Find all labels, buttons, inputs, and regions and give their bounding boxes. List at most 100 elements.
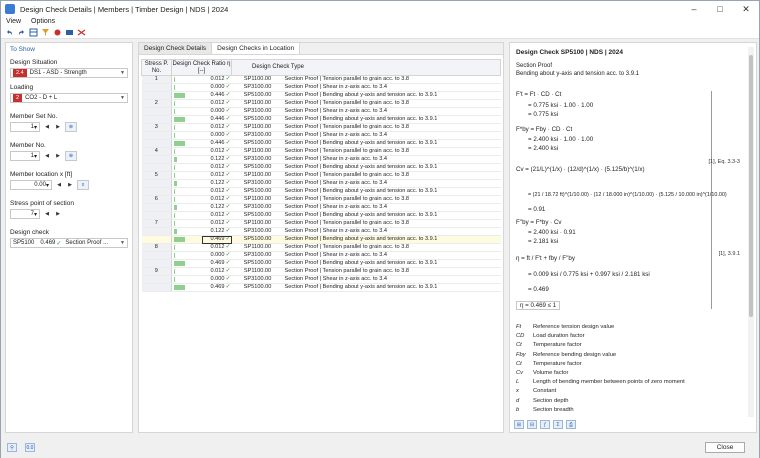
table-row[interactable]: 0.000✓ SP3100.00 Section Proof | Shear in …: [141, 131, 501, 140]
close-window-button[interactable]: ✕: [733, 1, 759, 17]
stress-point-cell: 6: [141, 195, 172, 204]
formula-eta: η = ft / F't + fby / F''by: [516, 255, 575, 262]
loading-select[interactable]: 2 CO2 - D + L ▼: [10, 93, 128, 103]
next-arrow-icon[interactable]: ▶: [54, 209, 62, 219]
table-row[interactable]: 0.469✓ SP5100.00 Section Proof | Bending a…: [141, 283, 501, 292]
prev-arrow-icon[interactable]: ◀: [43, 209, 51, 219]
maximize-button[interactable]: □: [707, 1, 733, 17]
pick-icon[interactable]: ⊕: [65, 151, 77, 161]
check-ok-icon: ✓: [225, 156, 231, 162]
to-show-title: To Show: [10, 46, 35, 53]
close-button[interactable]: Close: [705, 442, 745, 453]
next-arrow-icon[interactable]: ▶: [54, 122, 62, 132]
legend-item: d Section depth: [516, 398, 568, 404]
next-arrow-icon[interactable]: ▶: [54, 151, 62, 161]
table-row[interactable]: 0.446✓ SP5100.00 Section Proof | Bending a…: [141, 91, 501, 100]
table-row[interactable]: 0.446✓ SP5100.00 Section Proof | Bending a…: [141, 139, 501, 148]
ratio-cell: 0.012✓: [201, 219, 232, 228]
settings-icon[interactable]: [77, 28, 86, 37]
member-input[interactable]: 1 ▾: [10, 151, 40, 161]
table-row[interactable]: 0.012✓ SP5100.00 Section Proof | Bending a…: [141, 163, 501, 172]
col-ratio[interactable]: Design Check Ratio η [--]: [171, 59, 232, 76]
table-row[interactable]: 0.000✓ SP3100.00 Section Proof | Shear in …: [141, 275, 501, 284]
check-ok-icon: ✓: [225, 132, 231, 138]
toolbar: [1, 27, 759, 39]
design-check-select[interactable]: SP5100 0.469 ✓ Section Proof ... ▼: [10, 238, 128, 248]
check-ok-icon: ✓: [225, 196, 231, 202]
next-arrow-icon[interactable]: ▶: [66, 180, 74, 190]
table-row[interactable]: 7 0.012✓ SP1100.00 Section Proof | Tension …: [141, 219, 501, 228]
description-cell: Section Proof | Shear in z-axis acc. to …: [283, 203, 501, 212]
design-situation-select[interactable]: 2.4 DS1 - ASD - Strength ▼: [10, 68, 128, 78]
tab-design-checks-in-location[interactable]: Design Checks in Location: [212, 43, 301, 54]
table-row[interactable]: 0.122✓ SP3100.00 Section Proof | Shear in …: [141, 203, 501, 212]
check-ok-icon: ✓: [225, 148, 231, 154]
tab-design-check-details[interactable]: Design Check Details: [139, 43, 213, 54]
table-row[interactable]: 0.446✓ SP5100.00 Section Proof | Bending a…: [141, 115, 501, 124]
table-row[interactable]: 0.000✓ SP3100.00 Section Proof | Shear in …: [141, 251, 501, 260]
ratio-cell: 0.012✓: [201, 195, 232, 204]
table-row[interactable]: 9 0.012✓ SP1100.00 Section Proof | Tension …: [141, 267, 501, 276]
table-row[interactable]: 0.000✓ SP3100.00 Section Proof | Shear in …: [141, 107, 501, 116]
ratio-cell: 0.012✓: [201, 171, 232, 180]
pick-icon[interactable]: ⊕: [65, 122, 77, 132]
xdx-icon[interactable]: x: [77, 180, 89, 190]
minimize-button[interactable]: –: [681, 1, 707, 17]
ratio-bar: [174, 261, 185, 266]
prev-arrow-icon[interactable]: ◀: [43, 151, 51, 161]
stress-point-input[interactable]: 7 ▾: [10, 209, 40, 219]
check-ok-icon: ✓: [225, 228, 231, 234]
table-row[interactable]: 5 0.012✓ SP1100.00 Section Proof | Tension …: [141, 171, 501, 180]
ratio-bar: [174, 109, 175, 114]
type-cell: SP3100.00: [231, 107, 284, 116]
table-row[interactable]: 0.012✓ SP5100.00 Section Proof | Bending a…: [141, 211, 501, 220]
col-type[interactable]: Design Check Type: [231, 59, 501, 76]
col-stress-point[interactable]: Stress P. No.: [141, 59, 172, 76]
table-row[interactable]: 0.122✓ SP3100.00 Section Proof | Shear in …: [141, 155, 501, 164]
print-icon[interactable]: ⎙: [566, 420, 576, 429]
legend-text: Length of bending member between points …: [533, 379, 685, 386]
table-row[interactable]: 0.469✓ SP5100.00 Section Proof | Bending a…: [141, 235, 501, 244]
select-icon[interactable]: [65, 28, 74, 37]
table-row[interactable]: 4 0.012✓ SP1100.00 Section Proof | Tension …: [141, 147, 501, 156]
units-icon[interactable]: 0.0: [25, 443, 35, 452]
table-row[interactable]: 0.469✓ SP5100.00 Section Proof | Bending a…: [141, 259, 501, 268]
symbol-icon[interactable]: Σ: [553, 420, 563, 429]
formula-icon[interactable]: ƒ: [540, 420, 550, 429]
ratio-cell: 0.000✓: [201, 275, 232, 284]
check-ok-icon: ✓: [225, 172, 231, 178]
redo-icon[interactable]: [17, 28, 26, 37]
table-row[interactable]: 2 0.012✓ SP1100.00 Section Proof | Tension …: [141, 99, 501, 108]
search-icon[interactable]: ⚲: [7, 443, 17, 452]
table-view-icon[interactable]: [29, 28, 38, 37]
type-cell: SP1100.00: [231, 195, 284, 204]
description-cell: Section Proof | Bending about y-axis and…: [283, 283, 501, 292]
member-icon[interactable]: [53, 28, 62, 37]
table-row[interactable]: 6 0.012✓ SP1100.00 Section Proof | Tension …: [141, 195, 501, 204]
table-row[interactable]: 8 0.012✓ SP1100.00 Section Proof | Tension …: [141, 243, 501, 252]
member-location-input[interactable]: 0.00 ▾: [10, 180, 52, 190]
table-row[interactable]: 3 0.012✓ SP1100.00 Section Proof | Tension …: [141, 123, 501, 132]
table-row[interactable]: 0.122✓ SP3100.00 Section Proof | Shear in …: [141, 179, 501, 188]
table-row[interactable]: 0.000✓ SP3100.00 Section Proof | Shear in …: [141, 83, 501, 92]
legend-text: Load duration factor: [533, 333, 585, 340]
menu-view[interactable]: View: [1, 17, 26, 27]
ratio-cell: 0.122✓: [201, 227, 232, 236]
prev-arrow-icon[interactable]: ◀: [43, 122, 51, 132]
collapse-icon[interactable]: ⊟: [527, 420, 537, 429]
ratio-cell: 0.012✓: [201, 243, 232, 252]
undo-icon[interactable]: [5, 28, 14, 37]
member-set-input[interactable]: 1 ▾: [10, 122, 40, 132]
prev-arrow-icon[interactable]: ◀: [55, 180, 63, 190]
legend-text: Volume factor: [533, 370, 569, 376]
table-row[interactable]: 0.122✓ SP3100.00 Section Proof | Shear in …: [141, 227, 501, 236]
stress-point-cell: [141, 139, 172, 148]
filter-icon[interactable]: [41, 28, 50, 37]
scroll-thumb[interactable]: [749, 55, 753, 317]
vertical-scrollbar[interactable]: [748, 47, 754, 417]
table-row[interactable]: 1 0.012✓ SP1100.00 Section Proof | Tension …: [141, 75, 501, 84]
ratio-bar-cell: [171, 83, 202, 92]
table-row[interactable]: 0.012✓ SP5100.00 Section Proof | Bending a…: [141, 187, 501, 196]
menu-options[interactable]: Options: [26, 17, 60, 27]
expand-icon[interactable]: ⊞: [514, 420, 524, 429]
